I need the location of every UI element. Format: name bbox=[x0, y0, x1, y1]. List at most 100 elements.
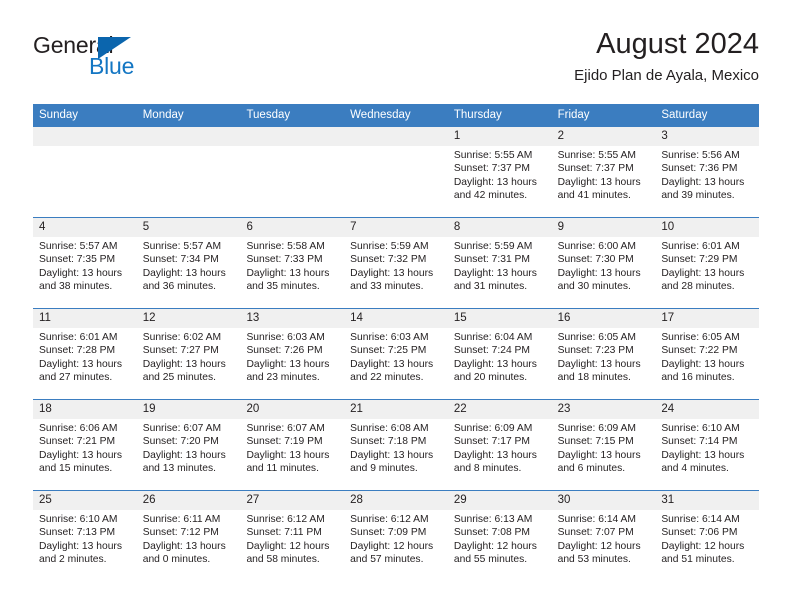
sunrise-text: Sunrise: 5:59 AM bbox=[453, 241, 533, 252]
day-info: Sunrise: 6:09 AM Sunset: 7:17 PM Dayligh… bbox=[448, 419, 552, 476]
sunset-text: Sunset: 7:34 PM bbox=[142, 254, 219, 266]
day-cell[interactable] bbox=[240, 127, 345, 217]
weekday-tuesday: Tuesday bbox=[246, 109, 291, 121]
day-info: Sunrise: 6:14 AM Sunset: 7:07 PM Dayligh… bbox=[552, 510, 656, 567]
day-number: 11 bbox=[39, 312, 51, 324]
day-number-band: 26 bbox=[136, 491, 241, 510]
daylight-text-line1: Daylight: 12 hours bbox=[350, 540, 434, 552]
day-info: Sunrise: 6:10 AM Sunset: 7:14 PM Dayligh… bbox=[655, 419, 759, 476]
daylight-text-line1: Daylight: 13 hours bbox=[39, 540, 122, 552]
day-cell[interactable]: 22 Sunrise: 6:09 AM Sunset: 7:17 PM Dayl… bbox=[447, 400, 552, 490]
day-cell[interactable]: 15 Sunrise: 6:04 AM Sunset: 7:24 PM Dayl… bbox=[447, 309, 552, 399]
day-cell[interactable]: 16 Sunrise: 6:05 AM Sunset: 7:23 PM Dayl… bbox=[551, 309, 656, 399]
day-cell[interactable]: 9 Sunrise: 6:00 AM Sunset: 7:30 PM Dayli… bbox=[551, 218, 656, 308]
day-cell[interactable]: 29 Sunrise: 6:13 AM Sunset: 7:08 PM Dayl… bbox=[447, 491, 552, 581]
day-cell[interactable]: 21 Sunrise: 6:08 AM Sunset: 7:18 PM Dayl… bbox=[344, 400, 448, 490]
day-cell[interactable]: 14 Sunrise: 6:03 AM Sunset: 7:25 PM Dayl… bbox=[344, 309, 448, 399]
day-cell[interactable]: 17 Sunrise: 6:05 AM Sunset: 7:22 PM Dayl… bbox=[655, 309, 760, 399]
day-cell[interactable]: 2 Sunrise: 5:55 AM Sunset: 7:37 PM Dayli… bbox=[551, 127, 656, 217]
day-cell[interactable]: 30 Sunrise: 6:14 AM Sunset: 7:07 PM Dayl… bbox=[551, 491, 656, 581]
sunset-text: Sunset: 7:11 PM bbox=[246, 527, 322, 539]
week-row: 11 Sunrise: 6:01 AM Sunset: 7:28 PM Dayl… bbox=[33, 308, 760, 399]
sunrise-text: Sunrise: 5:55 AM bbox=[557, 150, 637, 161]
day-cell[interactable]: 28 Sunrise: 6:12 AM Sunset: 7:09 PM Dayl… bbox=[344, 491, 448, 581]
sunset-text: Sunset: 7:12 PM bbox=[142, 527, 219, 539]
day-info bbox=[344, 146, 448, 149]
day-cell[interactable]: 13 Sunrise: 6:03 AM Sunset: 7:26 PM Dayl… bbox=[240, 309, 345, 399]
page-title: August 2024 bbox=[596, 28, 759, 60]
sunrise-text: Sunrise: 6:14 AM bbox=[661, 514, 740, 525]
day-cell[interactable]: 6 Sunrise: 5:58 AM Sunset: 7:33 PM Dayli… bbox=[240, 218, 345, 308]
daylight-text-line1: Daylight: 13 hours bbox=[661, 358, 745, 370]
daylight-text-line2: and 27 minutes. bbox=[39, 372, 113, 384]
day-info: Sunrise: 5:59 AM Sunset: 7:32 PM Dayligh… bbox=[344, 237, 448, 294]
daylight-text-line2: and 25 minutes. bbox=[142, 372, 216, 384]
daylight-text-line2: and 55 minutes. bbox=[453, 554, 528, 566]
day-cell[interactable]: 24 Sunrise: 6:10 AM Sunset: 7:14 PM Dayl… bbox=[655, 400, 760, 490]
sunset-text: Sunset: 7:32 PM bbox=[350, 254, 427, 266]
daylight-text-line1: Daylight: 13 hours bbox=[39, 449, 122, 461]
daylight-text-line1: Daylight: 12 hours bbox=[661, 540, 745, 552]
day-cell[interactable]: 31 Sunrise: 6:14 AM Sunset: 7:06 PM Dayl… bbox=[655, 491, 760, 581]
sunrise-text: Sunrise: 6:12 AM bbox=[246, 514, 325, 525]
sunset-text: Sunset: 7:21 PM bbox=[39, 436, 116, 448]
daylight-text-line2: and 41 minutes. bbox=[557, 190, 631, 202]
sunset-text: Sunset: 7:09 PM bbox=[350, 527, 427, 539]
sunrise-text: Sunrise: 6:03 AM bbox=[350, 332, 429, 343]
daylight-text-line2: and 58 minutes. bbox=[246, 554, 320, 566]
sunset-text: Sunset: 7:06 PM bbox=[661, 527, 738, 539]
day-cell[interactable]: 26 Sunrise: 6:11 AM Sunset: 7:12 PM Dayl… bbox=[136, 491, 241, 581]
day-cell[interactable] bbox=[344, 127, 448, 217]
day-info: Sunrise: 6:03 AM Sunset: 7:25 PM Dayligh… bbox=[344, 328, 448, 385]
day-cell[interactable]: 5 Sunrise: 5:57 AM Sunset: 7:34 PM Dayli… bbox=[136, 218, 241, 308]
sunset-text: Sunset: 7:15 PM bbox=[557, 436, 634, 448]
day-number: 26 bbox=[142, 494, 156, 506]
day-number-band: 28 bbox=[344, 491, 448, 510]
day-info: Sunrise: 6:01 AM Sunset: 7:28 PM Dayligh… bbox=[33, 328, 137, 385]
sunset-text: Sunset: 7:28 PM bbox=[39, 345, 116, 357]
daylight-text-line2: and 30 minutes. bbox=[557, 281, 631, 293]
day-cell[interactable]: 12 Sunrise: 6:02 AM Sunset: 7:27 PM Dayl… bbox=[136, 309, 241, 399]
day-info: Sunrise: 5:55 AM Sunset: 7:37 PM Dayligh… bbox=[448, 146, 552, 203]
sunset-text: Sunset: 7:26 PM bbox=[246, 345, 323, 357]
day-number: 6 bbox=[246, 221, 253, 233]
day-cell[interactable]: 20 Sunrise: 6:07 AM Sunset: 7:19 PM Dayl… bbox=[240, 400, 345, 490]
day-number-band: 20 bbox=[240, 400, 345, 419]
daylight-text-line2: and 23 minutes. bbox=[246, 372, 320, 384]
day-cell[interactable]: 10 Sunrise: 6:01 AM Sunset: 7:29 PM Dayl… bbox=[655, 218, 760, 308]
week-row: 1 Sunrise: 5:55 AM Sunset: 7:37 PM Dayli… bbox=[33, 126, 760, 217]
day-cell[interactable]: 11 Sunrise: 6:01 AM Sunset: 7:28 PM Dayl… bbox=[33, 309, 137, 399]
day-cell[interactable]: 25 Sunrise: 6:10 AM Sunset: 7:13 PM Dayl… bbox=[33, 491, 137, 581]
day-cell[interactable]: 8 Sunrise: 5:59 AM Sunset: 7:31 PM Dayli… bbox=[447, 218, 552, 308]
day-number: 20 bbox=[246, 403, 260, 415]
day-number-band: 6 bbox=[240, 218, 345, 237]
day-cell[interactable]: 19 Sunrise: 6:07 AM Sunset: 7:20 PM Dayl… bbox=[136, 400, 241, 490]
sunrise-text: Sunrise: 6:13 AM bbox=[453, 514, 533, 525]
day-number: 5 bbox=[142, 221, 150, 233]
sunrise-text: Sunrise: 6:07 AM bbox=[142, 423, 222, 434]
day-cell[interactable]: 27 Sunrise: 6:12 AM Sunset: 7:11 PM Dayl… bbox=[240, 491, 345, 581]
daylight-text-line2: and 39 minutes. bbox=[661, 190, 735, 202]
day-cell[interactable]: 7 Sunrise: 5:59 AM Sunset: 7:32 PM Dayli… bbox=[344, 218, 448, 308]
sunrise-text: Sunrise: 6:14 AM bbox=[557, 514, 637, 525]
page-header: General Blue August 2024 Ejido Plan de A… bbox=[33, 28, 759, 96]
day-cell[interactable]: 23 Sunrise: 6:09 AM Sunset: 7:15 PM Dayl… bbox=[551, 400, 656, 490]
sunset-text: Sunset: 7:07 PM bbox=[557, 527, 634, 539]
day-number-band: 27 bbox=[240, 491, 345, 510]
day-cell[interactable] bbox=[136, 127, 241, 217]
sunrise-text: Sunrise: 6:09 AM bbox=[453, 423, 533, 434]
day-cell[interactable]: 4 Sunrise: 5:57 AM Sunset: 7:35 PM Dayli… bbox=[33, 218, 137, 308]
day-cell[interactable]: 3 Sunrise: 5:56 AM Sunset: 7:36 PM Dayli… bbox=[655, 127, 760, 217]
day-number-band: 4 bbox=[33, 218, 137, 237]
daylight-text-line1: Daylight: 13 hours bbox=[142, 358, 226, 370]
sunset-text: Sunset: 7:22 PM bbox=[661, 345, 738, 357]
day-info: Sunrise: 6:05 AM Sunset: 7:23 PM Dayligh… bbox=[552, 328, 656, 385]
day-info bbox=[240, 146, 344, 149]
day-cell[interactable]: 1 Sunrise: 5:55 AM Sunset: 7:37 PM Dayli… bbox=[447, 127, 552, 217]
day-cell[interactable] bbox=[33, 127, 137, 217]
week-row: 4 Sunrise: 5:57 AM Sunset: 7:35 PM Dayli… bbox=[33, 217, 760, 308]
day-number: 1 bbox=[453, 130, 461, 142]
sunset-text: Sunset: 7:08 PM bbox=[453, 527, 531, 539]
day-cell[interactable]: 18 Sunrise: 6:06 AM Sunset: 7:21 PM Dayl… bbox=[33, 400, 137, 490]
general-blue-logo[interactable]: General Blue bbox=[33, 34, 243, 86]
